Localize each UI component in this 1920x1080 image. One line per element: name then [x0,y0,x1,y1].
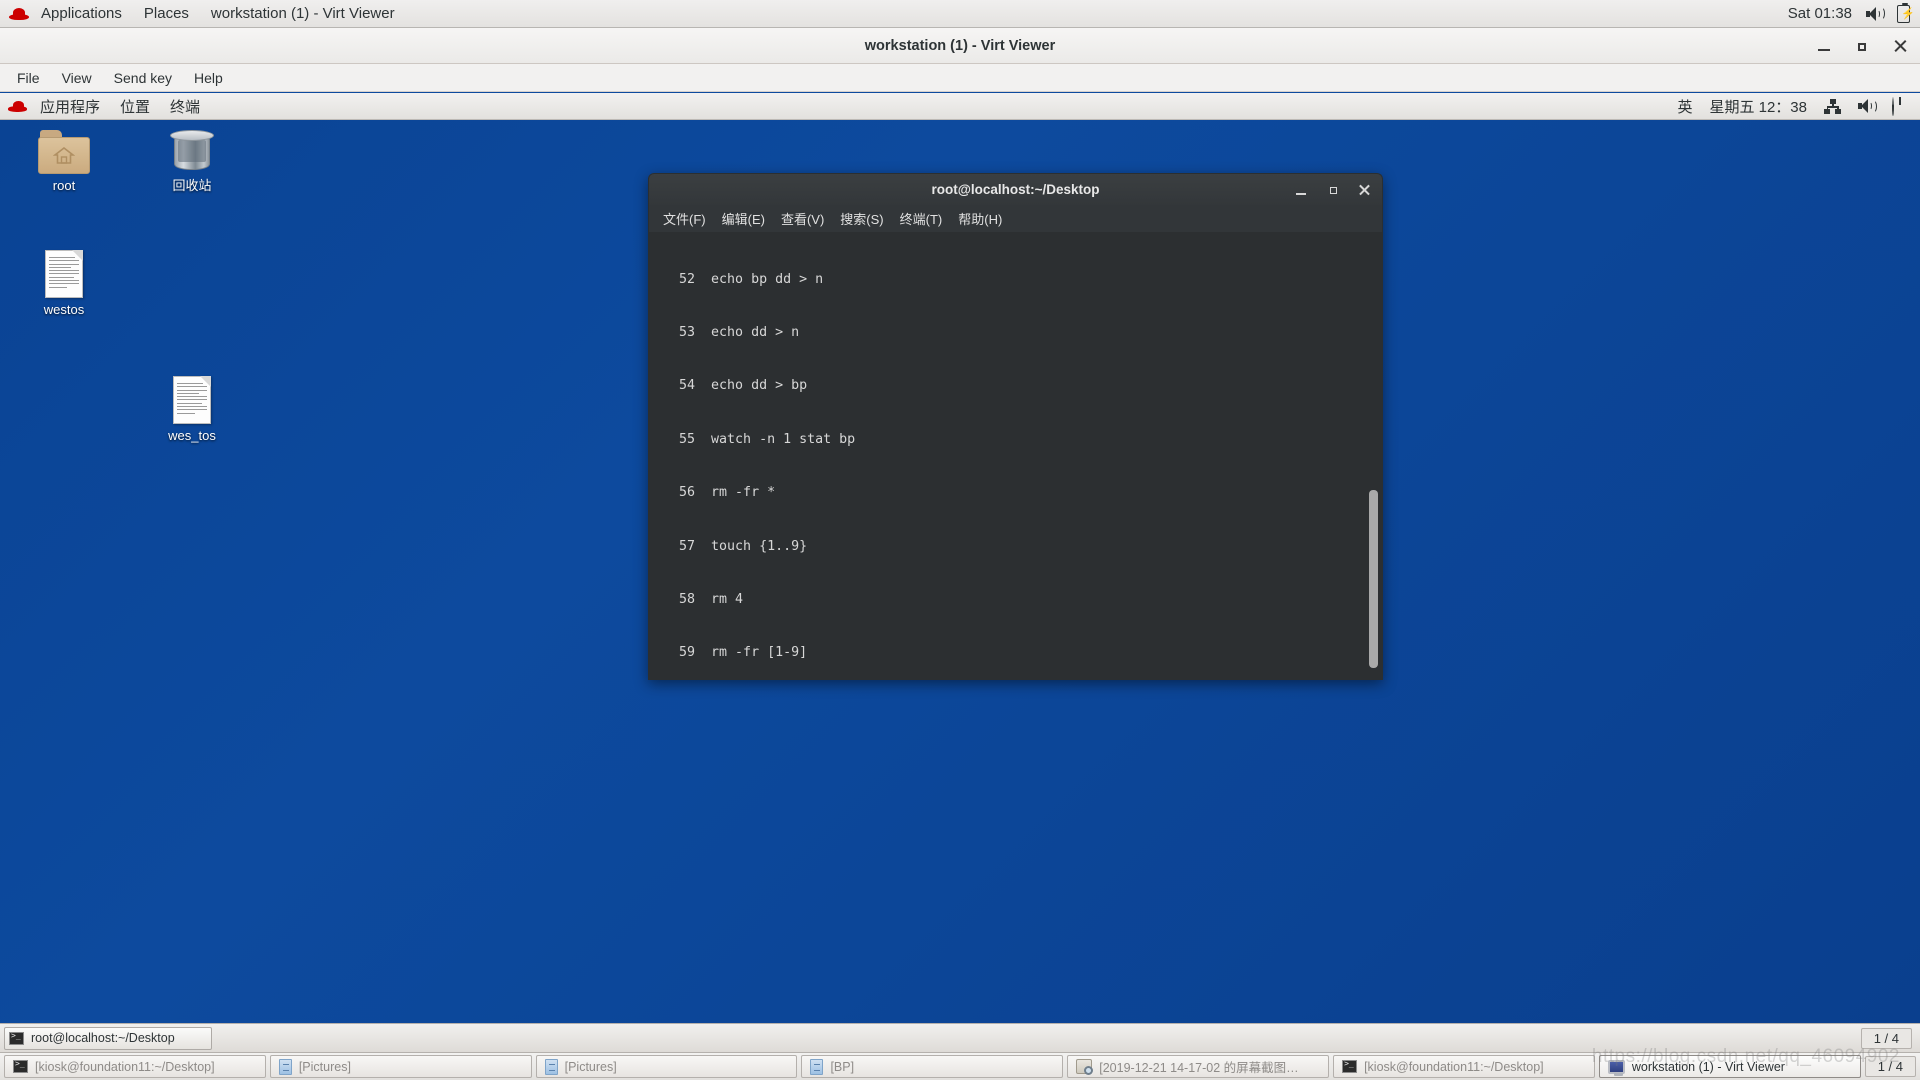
terminal-menu-help[interactable]: 帮助(H) [950,205,1010,232]
terminal-icon [1342,1060,1357,1073]
scrollbar-thumb[interactable] [1369,490,1378,668]
terminal-window-controls [1294,174,1372,206]
terminal-body[interactable]: 52 echo bp dd > n 53 echo dd > n 54 echo… [648,232,1383,680]
terminal-title: root@localhost:~/Desktop [931,182,1099,197]
home-folder-icon [38,130,90,174]
vm-menu-places[interactable]: 位置 [110,93,160,120]
host-taskbar-item-label: [Pictures] [565,1060,617,1074]
terminal-scrollbar[interactable] [1367,232,1380,680]
volume-icon[interactable] [1866,7,1883,21]
desktop-icon-root[interactable]: root [16,130,112,193]
screenshot-icon [1076,1059,1092,1074]
desktop-icon-label: 回收站 [144,178,240,193]
host-taskbar-item-screenshot[interactable]: [2019-12-21 14-17-02 的屏幕截图… [1067,1055,1329,1078]
host-taskbar-item-label: workstation (1) - Virt Viewer [1632,1060,1785,1074]
battery-icon[interactable]: ⚡ [1897,5,1910,23]
host-taskbar-item-label: [kiosk@foundation11:~/Desktop] [35,1060,215,1074]
close-icon[interactable] [1892,38,1908,54]
terminal-line: 53 echo dd > n [655,324,1364,342]
host-taskbar-item-label: [Pictures] [299,1060,351,1074]
text-file-icon [173,376,211,424]
vm-taskbar: root@localhost:~/Desktop 1 / 4 [0,1023,1920,1052]
desktop-icon-label: wes_tos [144,428,240,443]
host-taskbar-item-label: [2019-12-21 14-17-02 的屏幕截图… [1099,1057,1298,1076]
terminal-menu-terminal[interactable]: 终端(T) [892,205,951,232]
vm-clock[interactable]: 星期五 12：38 [1709,96,1807,117]
close-icon[interactable] [1358,183,1372,197]
host-taskbar-item-virt-viewer[interactable]: workstation (1) - Virt Viewer [1599,1055,1861,1078]
input-method-indicator[interactable]: 英 [1677,96,1692,117]
desktop-icon-label: westos [16,302,112,317]
terminal-titlebar[interactable]: root@localhost:~/Desktop [648,173,1383,205]
virt-viewer-window-controls [1816,28,1908,64]
host-taskbar-item-label: [BP] [830,1060,854,1074]
vm-taskbar-item-label: root@localhost:~/Desktop [31,1031,175,1045]
host-taskbar-item-terminal-1[interactable]: [kiosk@foundation11:~/Desktop] [4,1055,266,1078]
power-icon[interactable] [1892,98,1908,114]
virt-viewer-titlebar: workstation (1) - Virt Viewer [0,28,1920,64]
menu-file[interactable]: File [6,64,51,92]
terminal-line: 55 watch -n 1 stat bp [655,431,1364,449]
host-taskbar: [kiosk@foundation11:~/Desktop] [Pictures… [0,1052,1920,1080]
house-glyph [53,147,75,164]
maximize-icon[interactable] [1326,183,1340,197]
minimize-icon[interactable] [1294,183,1308,197]
menu-help[interactable]: Help [183,64,234,92]
red-hat-logo-icon [8,5,30,23]
host-clock[interactable]: Sat 01:38 [1788,5,1852,22]
terminal-window[interactable]: root@localhost:~/Desktop 文件(F) 编辑(E) 查看(… [648,173,1383,680]
virt-viewer-menubar: File View Send key Help [0,64,1920,92]
terminal-menubar: 文件(F) 编辑(E) 查看(V) 搜索(S) 终端(T) 帮助(H) [648,205,1383,232]
file-cabinet-icon [279,1059,292,1075]
vm-taskbar-item-terminal[interactable]: root@localhost:~/Desktop [4,1027,212,1050]
desktop-icon-trash[interactable]: 回收站 [144,128,240,193]
host-top-panel: Applications Places workstation (1) - Vi… [0,0,1920,28]
terminal-menu-view[interactable]: 查看(V) [773,205,832,232]
vm-top-panel: 应用程序 位置 终端 英 星期五 12：38 [0,93,1920,120]
host-menu-applications[interactable]: Applications [30,0,133,28]
terminal-line: 59 rm -fr [1-9] [655,644,1364,662]
vm-workspace-indicator[interactable]: 1 / 4 [1861,1028,1912,1049]
terminal-line: 57 touch {1..9} [655,538,1364,556]
monitor-icon [1608,1060,1625,1074]
maximize-icon[interactable] [1854,38,1870,54]
terminal-line: 54 echo dd > bp [655,377,1364,395]
host-taskbar-item-pictures-2[interactable]: [Pictures] [536,1055,798,1078]
file-cabinet-icon [545,1059,558,1075]
red-hat-logo-icon [8,98,28,114]
vm-menu-applications[interactable]: 应用程序 [30,93,110,120]
text-file-icon [45,250,83,298]
terminal-output: 52 echo bp dd > n 53 echo dd > n 54 echo… [655,235,1364,680]
host-menu-places[interactable]: Places [133,0,200,28]
menu-send-key[interactable]: Send key [103,64,183,92]
terminal-line: 56 rm -fr * [655,484,1364,502]
terminal-menu-search[interactable]: 搜索(S) [832,205,891,232]
volume-icon[interactable] [1858,99,1875,113]
host-window-title-item[interactable]: workstation (1) - Virt Viewer [200,0,406,28]
vm-desktop[interactable]: root 回收站 westos wes_tos root@localhost:~… [0,120,1920,1023]
host-taskbar-item-terminal-2[interactable]: [kiosk@foundation11:~/Desktop] [1333,1055,1595,1078]
terminal-line: 52 echo bp dd > n [655,271,1364,289]
vm-panel-status-area: 英 星期五 12：38 [1677,96,1920,117]
host-taskbar-item-label: [kiosk@foundation11:~/Desktop] [1364,1060,1544,1074]
desktop-icon-label: root [16,178,112,193]
host-workspace-indicator[interactable]: 1 / 4 [1865,1056,1916,1077]
terminal-icon [9,1032,24,1045]
trash-icon [169,128,215,174]
desktop-icon-westos[interactable]: westos [16,250,112,317]
menu-view[interactable]: View [51,64,103,92]
network-icon[interactable] [1824,99,1841,114]
terminal-menu-edit[interactable]: 编辑(E) [714,205,773,232]
minimize-icon[interactable] [1816,38,1832,54]
terminal-line: 58 rm 4 [655,591,1364,609]
file-cabinet-icon [810,1059,823,1075]
host-panel-status-area: Sat 01:38 ⚡ [1788,5,1920,23]
terminal-menu-file[interactable]: 文件(F) [655,205,714,232]
virt-viewer-title: workstation (1) - Virt Viewer [865,38,1055,54]
vm-menu-terminal[interactable]: 终端 [160,93,210,120]
terminal-icon [13,1060,28,1073]
desktop-icon-wes-tos[interactable]: wes_tos [144,376,240,443]
host-taskbar-item-pictures-1[interactable]: [Pictures] [270,1055,532,1078]
host-taskbar-item-bp[interactable]: [BP] [801,1055,1063,1078]
